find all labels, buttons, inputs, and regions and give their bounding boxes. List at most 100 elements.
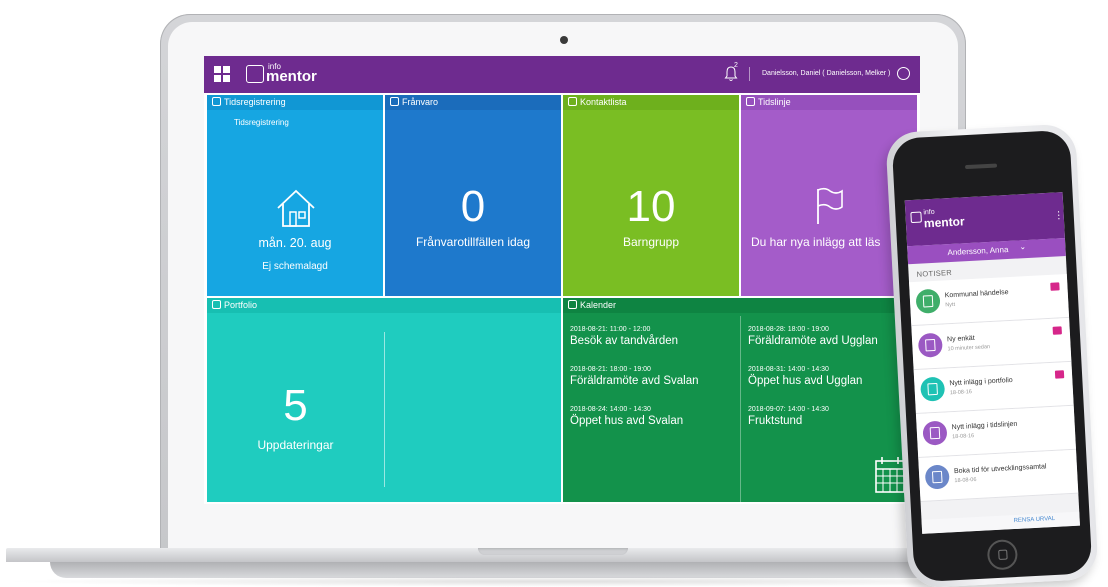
notification-title: Kommunal händelse bbox=[944, 289, 1009, 300]
contact-count: 10 bbox=[626, 182, 676, 231]
calendar-event[interactable]: 2018-08-21: 11:00 - 12:00 Besök av tandv… bbox=[570, 326, 678, 347]
notification-title: Nytt inlägg i portfolio bbox=[949, 376, 1013, 388]
phone: info mentor ⋮ Andersson, Anna ⌄ NOTISER … bbox=[885, 123, 1099, 587]
portfolio-icon bbox=[920, 376, 946, 402]
tile-tidsregistrering[interactable]: Tidsregistrering Tidsregistrering mån. 2… bbox=[207, 95, 383, 296]
chat-icon bbox=[922, 420, 948, 446]
event-time: 2018-08-21: 18:00 - 19:00 bbox=[570, 366, 651, 373]
new-badge bbox=[1052, 326, 1062, 335]
tile-kalender[interactable]: Kalender 2018-08-21: 11:00 - 12:00 Besök… bbox=[563, 298, 917, 502]
new-badge bbox=[1054, 370, 1065, 379]
notification-title: Ny enkät bbox=[946, 334, 975, 344]
search-time-icon bbox=[212, 97, 221, 106]
people-icon bbox=[568, 97, 577, 106]
new-badge bbox=[1050, 282, 1060, 291]
calendar-event[interactable]: 2018-08-24: 14:00 - 14:30 Öppet hus avd … bbox=[570, 406, 683, 427]
tile-title: Tidslinje bbox=[758, 97, 791, 107]
infomentor-logo-mark bbox=[246, 65, 264, 83]
user-name[interactable]: Danielsson, Daniel ( Danielsson, Melker … bbox=[762, 70, 890, 77]
tile-title: Frånvaro bbox=[402, 97, 439, 107]
event-time: 2018-08-24: 14:00 - 14:30 bbox=[570, 406, 651, 413]
event-time: 2018-08-28: 18:00 - 19:00 bbox=[748, 326, 829, 333]
calendar-event[interactable]: 2018-09-07: 14:00 - 14:30 Fruktstund bbox=[748, 406, 829, 427]
portfolio-icon bbox=[212, 300, 221, 309]
phone-header: info mentor ⋮ bbox=[904, 192, 1065, 247]
event-time: 2018-09-07: 14:00 - 14:30 bbox=[748, 406, 829, 413]
notification-date: 18-08-16 bbox=[949, 389, 973, 397]
tile-date: mån. 20. aug bbox=[258, 236, 332, 250]
calendar-icon bbox=[915, 288, 941, 314]
flag-icon bbox=[817, 187, 843, 224]
portfolio-count: 5 bbox=[283, 381, 308, 430]
clipboard-icon bbox=[390, 97, 399, 106]
calendar-icon bbox=[568, 300, 577, 309]
tile-title: Kalender bbox=[580, 300, 617, 310]
event-title: Fruktstund bbox=[748, 415, 803, 427]
laptop-notch bbox=[478, 548, 628, 555]
chat-icon bbox=[746, 97, 755, 106]
phone-speaker bbox=[964, 163, 998, 170]
top-bar: info mentor 2 Danielsson, Daniel ( Danie… bbox=[204, 56, 920, 93]
calendar-big-icon bbox=[875, 457, 905, 493]
document-icon bbox=[917, 332, 943, 358]
calendar-event[interactable]: 2018-08-28: 18:00 - 19:00 Föräldramöte a… bbox=[748, 326, 878, 347]
tile-portfolio[interactable]: Portfolio 5 Uppdateringar bbox=[207, 298, 561, 502]
phone-logo-mark bbox=[910, 211, 922, 224]
event-title: Besök av tandvården bbox=[570, 335, 679, 347]
phone-logo-big: mentor bbox=[923, 214, 965, 231]
tile-header: Frånvaro bbox=[385, 95, 561, 110]
event-title: Föräldramöte avd Svalan bbox=[570, 375, 699, 387]
portfolio-divider bbox=[384, 332, 385, 487]
phone-user-name: Andersson, Anna bbox=[947, 245, 1009, 258]
tile-sublabel: Tidsregistrering bbox=[234, 118, 289, 127]
notification-title: Nytt inlägg i tidslinjen bbox=[951, 420, 1018, 432]
logout-icon[interactable] bbox=[897, 67, 910, 80]
apps-grid-icon[interactable] bbox=[214, 66, 230, 82]
phone-screen: info mentor ⋮ Andersson, Anna ⌄ NOTISER … bbox=[904, 192, 1080, 534]
portfolio-label: Uppdateringar bbox=[257, 438, 334, 452]
calendar-event[interactable]: 2018-08-21: 18:00 - 19:00 Föräldramöte a… bbox=[570, 366, 698, 387]
tile-header: Kontaktlista bbox=[563, 95, 739, 110]
tile-kontaktlista[interactable]: Kontaktlista 10 Barngrupp bbox=[563, 95, 739, 296]
home-button[interactable] bbox=[986, 538, 1019, 571]
tile-title: Tidsregistrering bbox=[224, 97, 286, 107]
house-icon bbox=[277, 189, 315, 227]
clock-icon bbox=[924, 464, 950, 490]
calendar-event[interactable]: 2018-08-31: 14:00 - 14:30 Öppet hus avd … bbox=[748, 366, 862, 387]
more-vertical-icon[interactable]: ⋮ bbox=[1053, 210, 1064, 222]
notification-item[interactable]: Boka tid för utvecklingssamtal 18-08-06 bbox=[918, 449, 1079, 502]
tile-franvaro[interactable]: Frånvaro 0 Frånvarotillfällen idag bbox=[385, 95, 561, 296]
notification-count: 2 bbox=[734, 62, 738, 69]
clear-selection-button[interactable]: RENSA URVAL bbox=[1014, 516, 1056, 524]
infomentor-logo[interactable]: info mentor bbox=[266, 63, 317, 85]
event-title: Öppet hus avd Svalan bbox=[570, 415, 684, 427]
camera-dot bbox=[560, 36, 568, 44]
notification-date: 10 minuter sedan bbox=[947, 344, 991, 353]
calendar-divider bbox=[740, 316, 741, 502]
event-time: 2018-08-31: 14:00 - 14:30 bbox=[748, 366, 829, 373]
chevron-down-icon: ⌄ bbox=[1019, 242, 1027, 252]
phone-footer: RENSA URVAL bbox=[921, 511, 1080, 534]
logo-big-text: mentor bbox=[266, 68, 317, 85]
tile-header: Portfolio bbox=[207, 298, 561, 313]
absence-count: 0 bbox=[460, 182, 486, 231]
tile-header: Kalender bbox=[563, 298, 917, 313]
tile-header: Tidslinje bbox=[741, 95, 917, 110]
event-time: 2018-08-21: 11:00 - 12:00 bbox=[570, 326, 651, 333]
notification-date: 18-08-16 bbox=[952, 433, 975, 441]
tile-title: Portfolio bbox=[224, 300, 258, 310]
phone-front: info mentor ⋮ Andersson, Anna ⌄ NOTISER … bbox=[891, 129, 1093, 583]
tile-header: Tidsregistrering bbox=[207, 95, 383, 110]
notification-date: 18-08-06 bbox=[954, 476, 977, 485]
topbar-divider bbox=[749, 67, 750, 81]
notification-date: Nytt bbox=[945, 301, 956, 309]
notification-title: Boka tid för utvecklingssamtal bbox=[953, 463, 1047, 476]
tile-title: Kontaktlista bbox=[580, 97, 627, 107]
event-title: Föräldramöte avd Ugglan bbox=[748, 335, 878, 347]
contact-label: Barngrupp bbox=[622, 235, 680, 249]
absence-label: Frånvarotillfällen idag bbox=[415, 235, 531, 249]
notifications-heading: NOTISER bbox=[916, 267, 953, 279]
laptop-screen: info mentor 2 Danielsson, Daniel ( Danie… bbox=[204, 56, 920, 504]
tile-status: Ej schemalagd bbox=[262, 261, 328, 272]
event-title: Öppet hus avd Ugglan bbox=[748, 375, 863, 387]
